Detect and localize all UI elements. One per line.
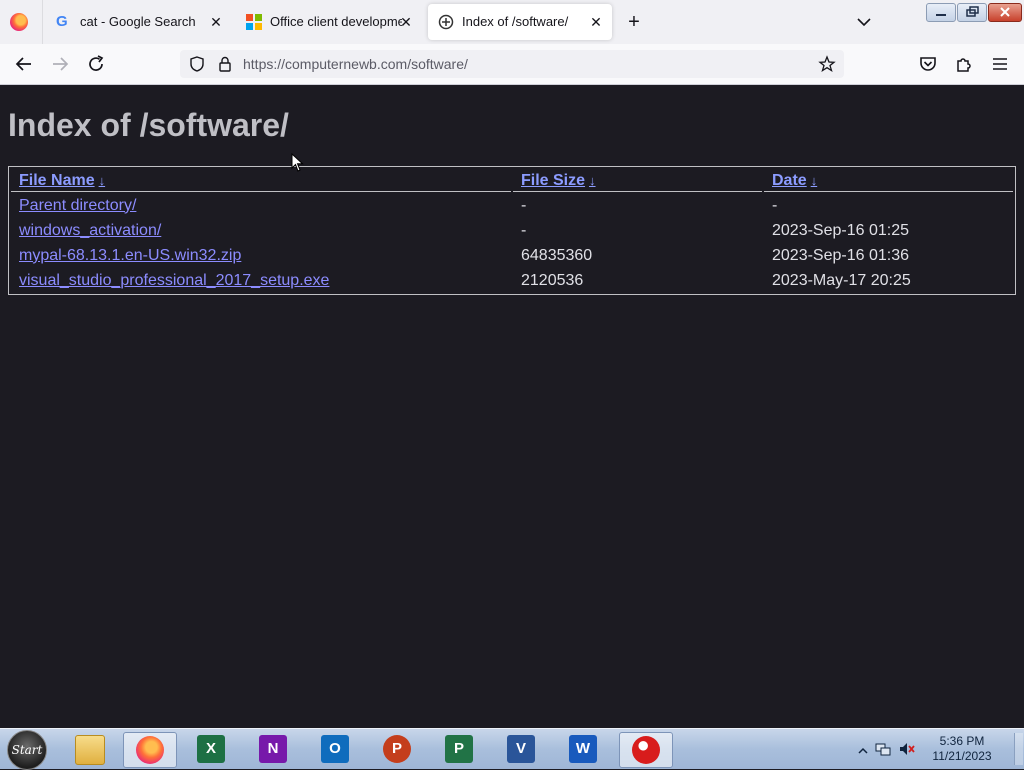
taskbar-visio[interactable]: V: [495, 732, 547, 766]
column-header-date[interactable]: Date ↓: [764, 169, 1013, 192]
word-icon: W: [569, 735, 597, 763]
bookmark-star-icon[interactable]: [818, 55, 836, 78]
file-link[interactable]: mypal-68.13.1.en-US.win32.zip: [19, 247, 241, 264]
file-link[interactable]: windows_activation/: [19, 222, 161, 239]
file-size: 64835360: [521, 246, 593, 264]
tab-title: Office client developmen: [270, 14, 402, 29]
start-button[interactable]: Start: [7, 730, 47, 770]
system-clock[interactable]: 5:36 PM 11/21/2023: [922, 734, 1002, 764]
file-link[interactable]: visual_studio_professional_2017_setup.ex…: [19, 272, 329, 289]
project-icon: P: [445, 735, 473, 763]
volume-muted-icon[interactable]: [898, 740, 916, 763]
taskbar: Start X N O P P V W 5:36 PM 11/21/2023: [0, 728, 1024, 770]
folder-icon: [75, 735, 105, 765]
sort-by-size-link[interactable]: File Size: [521, 172, 585, 189]
tracking-protection-shield-icon[interactable]: [188, 55, 206, 78]
address-bar[interactable]: https://computernewb.com/software/: [180, 50, 844, 78]
url-path: /software/: [407, 56, 468, 72]
tab-separator: [42, 0, 43, 44]
firefox-icon: [136, 736, 164, 764]
google-icon: G: [56, 13, 68, 30]
column-header-file-size[interactable]: File Size ↓: [513, 169, 762, 192]
firefox-menu-icon[interactable]: [10, 13, 28, 31]
column-header-file-name[interactable]: File Name ↓: [11, 169, 511, 192]
table-row: windows_activation/ - 2023-Sep-16 01:25: [11, 219, 1013, 242]
microsoft-icon: [246, 14, 262, 30]
taskbar-project[interactable]: P: [433, 732, 485, 766]
show-desktop-button[interactable]: [1014, 733, 1023, 765]
tab-title: Index of /software/: [462, 14, 569, 29]
tab-index-software[interactable]: Index of /software/ ✕: [428, 4, 612, 40]
file-date: -: [772, 196, 778, 214]
sort-by-date-link[interactable]: Date: [772, 172, 807, 189]
taskbar-excel[interactable]: X: [185, 732, 237, 766]
navigation-toolbar: https://computernewb.com/software/: [0, 44, 1024, 85]
system-tray: 5:36 PM 11/21/2023: [854, 729, 1024, 769]
table-row: Parent directory/ - -: [11, 194, 1013, 217]
clock-time: 5:36 PM: [939, 734, 985, 748]
application-menu-icon[interactable]: [988, 52, 1012, 76]
url-host: https://computernewb.com: [243, 56, 408, 72]
list-all-tabs-icon[interactable]: [854, 12, 874, 32]
onenote-icon: N: [259, 735, 287, 763]
taskbar-powerpoint[interactable]: P: [371, 732, 423, 766]
clock-date: 11/21/2023: [932, 749, 992, 763]
directory-icon: [438, 14, 454, 30]
taskbar-word[interactable]: W: [557, 732, 609, 766]
reload-icon[interactable]: [84, 52, 108, 76]
soccer-ball-icon: [632, 736, 660, 764]
sort-by-name-link[interactable]: File Name: [19, 172, 95, 189]
sort-arrow-icon[interactable]: ↓: [811, 173, 818, 188]
file-date: 2023-May-17 20:25: [772, 271, 911, 289]
file-date: 2023-Sep-16 01:25: [772, 221, 909, 239]
taskbar-soccer-app[interactable]: [619, 732, 673, 768]
table-row: mypal-68.13.1.en-US.win32.zip 64835360 2…: [11, 244, 1013, 267]
file-size: -: [521, 196, 527, 214]
tab-strip: G cat - Google Search ✕ Office client de…: [0, 0, 1024, 44]
lock-icon[interactable]: [216, 55, 234, 78]
close-tab-icon[interactable]: ✕: [586, 12, 606, 32]
page-title: Index of /software/: [8, 107, 289, 143]
close-tab-icon[interactable]: ✕: [396, 12, 416, 32]
new-tab-button[interactable]: +: [622, 10, 646, 34]
network-icon[interactable]: [874, 740, 892, 763]
powerpoint-icon: P: [383, 735, 411, 763]
taskbar-firefox[interactable]: [123, 732, 177, 768]
file-link[interactable]: Parent directory/: [19, 197, 136, 214]
page-content: Index of /software/ File Name ↓ File Size…: [0, 85, 1024, 728]
visio-icon: V: [507, 735, 535, 763]
taskbar-onenote[interactable]: N: [247, 732, 299, 766]
sort-arrow-icon[interactable]: ↓: [99, 173, 106, 188]
file-date: 2023-Sep-16 01:36: [772, 246, 909, 264]
file-listing-table: File Name ↓ File Size ↓ Date ↓ Parent direc…: [8, 166, 1016, 295]
outlook-icon: O: [321, 735, 349, 763]
extensions-icon[interactable]: [952, 52, 976, 76]
sort-arrow-icon[interactable]: ↓: [589, 173, 596, 188]
mouse-cursor-icon: [291, 152, 305, 178]
url-text[interactable]: https://computernewb.com/software/: [243, 56, 468, 72]
minimize-button[interactable]: [926, 3, 956, 22]
forward-arrow-icon[interactable]: [48, 52, 72, 76]
close-window-button[interactable]: [988, 3, 1022, 22]
back-arrow-icon[interactable]: [12, 52, 36, 76]
file-size: -: [521, 221, 527, 239]
taskbar-outlook[interactable]: O: [309, 732, 361, 766]
table-header-row: File Name ↓ File Size ↓ Date ↓: [11, 169, 1013, 192]
tab-google-search[interactable]: G cat - Google Search ✕: [46, 4, 236, 40]
tab-office-client[interactable]: Office client developmen ✕: [236, 4, 426, 40]
show-hidden-icons-icon[interactable]: [858, 743, 868, 761]
file-size: 2120536: [521, 271, 584, 289]
taskbar-file-explorer[interactable]: [63, 732, 115, 766]
close-tab-icon[interactable]: ✕: [206, 12, 226, 32]
excel-icon: X: [197, 735, 225, 763]
pocket-icon[interactable]: [916, 52, 940, 76]
table-row: visual_studio_professional_2017_setup.ex…: [11, 269, 1013, 292]
restore-button[interactable]: [957, 3, 987, 22]
tab-title: cat - Google Search: [80, 14, 196, 29]
